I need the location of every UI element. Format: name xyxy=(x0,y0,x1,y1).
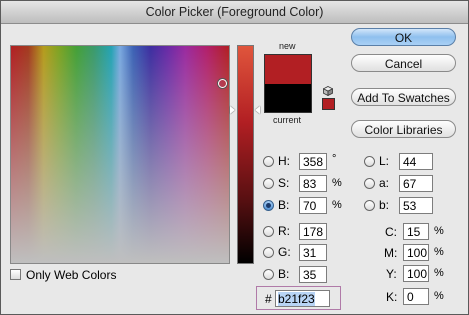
color-field-marker[interactable] xyxy=(218,79,227,88)
ok-button[interactable]: OK xyxy=(351,28,456,46)
red-label: R: xyxy=(278,224,290,238)
hue-radio[interactable] xyxy=(263,156,274,167)
only-web-colors-label: Only Web Colors xyxy=(26,268,117,282)
color-libraries-button[interactable]: Color Libraries xyxy=(351,120,456,138)
lab-b-input[interactable]: 53 xyxy=(399,197,433,214)
hue-label: H: xyxy=(278,154,290,168)
green-input[interactable]: 31 xyxy=(299,244,327,261)
slider-handle-left-icon[interactable] xyxy=(230,106,235,114)
saturation-unit: % xyxy=(332,177,342,189)
current-color-label: current xyxy=(273,115,302,125)
magenta-unit: % xyxy=(434,246,444,258)
lab-l-label: L: xyxy=(379,154,390,168)
black-unit: % xyxy=(434,290,444,302)
brightness-unit: % xyxy=(332,199,342,211)
saturation-radio[interactable] xyxy=(263,178,274,189)
brightness-radio[interactable] xyxy=(263,200,274,211)
cyan-unit: % xyxy=(434,225,444,237)
blue-radio[interactable] xyxy=(263,269,274,280)
web-safe-color-swatch[interactable] xyxy=(322,98,335,110)
cancel-button[interactable]: Cancel xyxy=(351,54,456,72)
blue-input[interactable]: 35 xyxy=(299,266,327,283)
slider-handle-right-icon[interactable] xyxy=(255,106,260,114)
black-label: K: xyxy=(386,290,398,304)
color-picker-window: Color Picker (Foreground Color) new curr… xyxy=(0,0,469,315)
yellow-label: Y: xyxy=(386,267,397,281)
green-label: G: xyxy=(278,245,291,259)
cyan-input[interactable]: 15 xyxy=(403,223,429,240)
magenta-input[interactable]: 100 xyxy=(403,244,429,261)
hue-unit: ° xyxy=(332,153,337,165)
hex-value: b21f23 xyxy=(278,292,315,306)
lab-l-radio[interactable] xyxy=(364,156,375,167)
lab-a-label: a: xyxy=(379,176,390,190)
new-color-swatch xyxy=(264,54,312,85)
red-input[interactable]: 178 xyxy=(299,223,327,240)
out-of-web-gamut-cube-icon[interactable] xyxy=(323,86,333,96)
yellow-input[interactable]: 100 xyxy=(403,265,429,282)
lab-b-label: b: xyxy=(379,198,390,212)
magenta-label: M: xyxy=(384,246,398,260)
saturation-label: S: xyxy=(278,176,290,190)
green-radio[interactable] xyxy=(263,247,274,258)
lab-a-radio[interactable] xyxy=(364,178,375,189)
color-field[interactable] xyxy=(10,45,230,264)
only-web-colors-checkbox[interactable] xyxy=(10,269,21,280)
hex-input[interactable]: b21f23 xyxy=(275,290,330,307)
hex-hash-label: # xyxy=(265,292,272,306)
lab-l-input[interactable]: 44 xyxy=(399,153,433,170)
saturation-input[interactable]: 83 xyxy=(299,175,327,192)
brightness-label: B: xyxy=(278,198,290,212)
color-slider[interactable] xyxy=(237,45,254,264)
blue-label: B: xyxy=(278,267,290,281)
hue-input[interactable]: 358 xyxy=(299,153,327,170)
current-color-swatch[interactable] xyxy=(264,84,312,113)
add-to-swatches-button[interactable]: Add To Swatches xyxy=(351,88,456,106)
red-radio[interactable] xyxy=(263,226,274,237)
lab-b-radio[interactable] xyxy=(364,200,375,211)
brightness-input[interactable]: 70 xyxy=(299,197,327,214)
black-input[interactable]: 0 xyxy=(403,288,429,305)
window-title: Color Picker (Foreground Color) xyxy=(1,1,468,24)
cyan-label: C: xyxy=(385,225,397,239)
lab-a-input[interactable]: 67 xyxy=(399,175,433,192)
yellow-unit: % xyxy=(434,267,444,279)
new-color-label: new xyxy=(279,41,296,51)
